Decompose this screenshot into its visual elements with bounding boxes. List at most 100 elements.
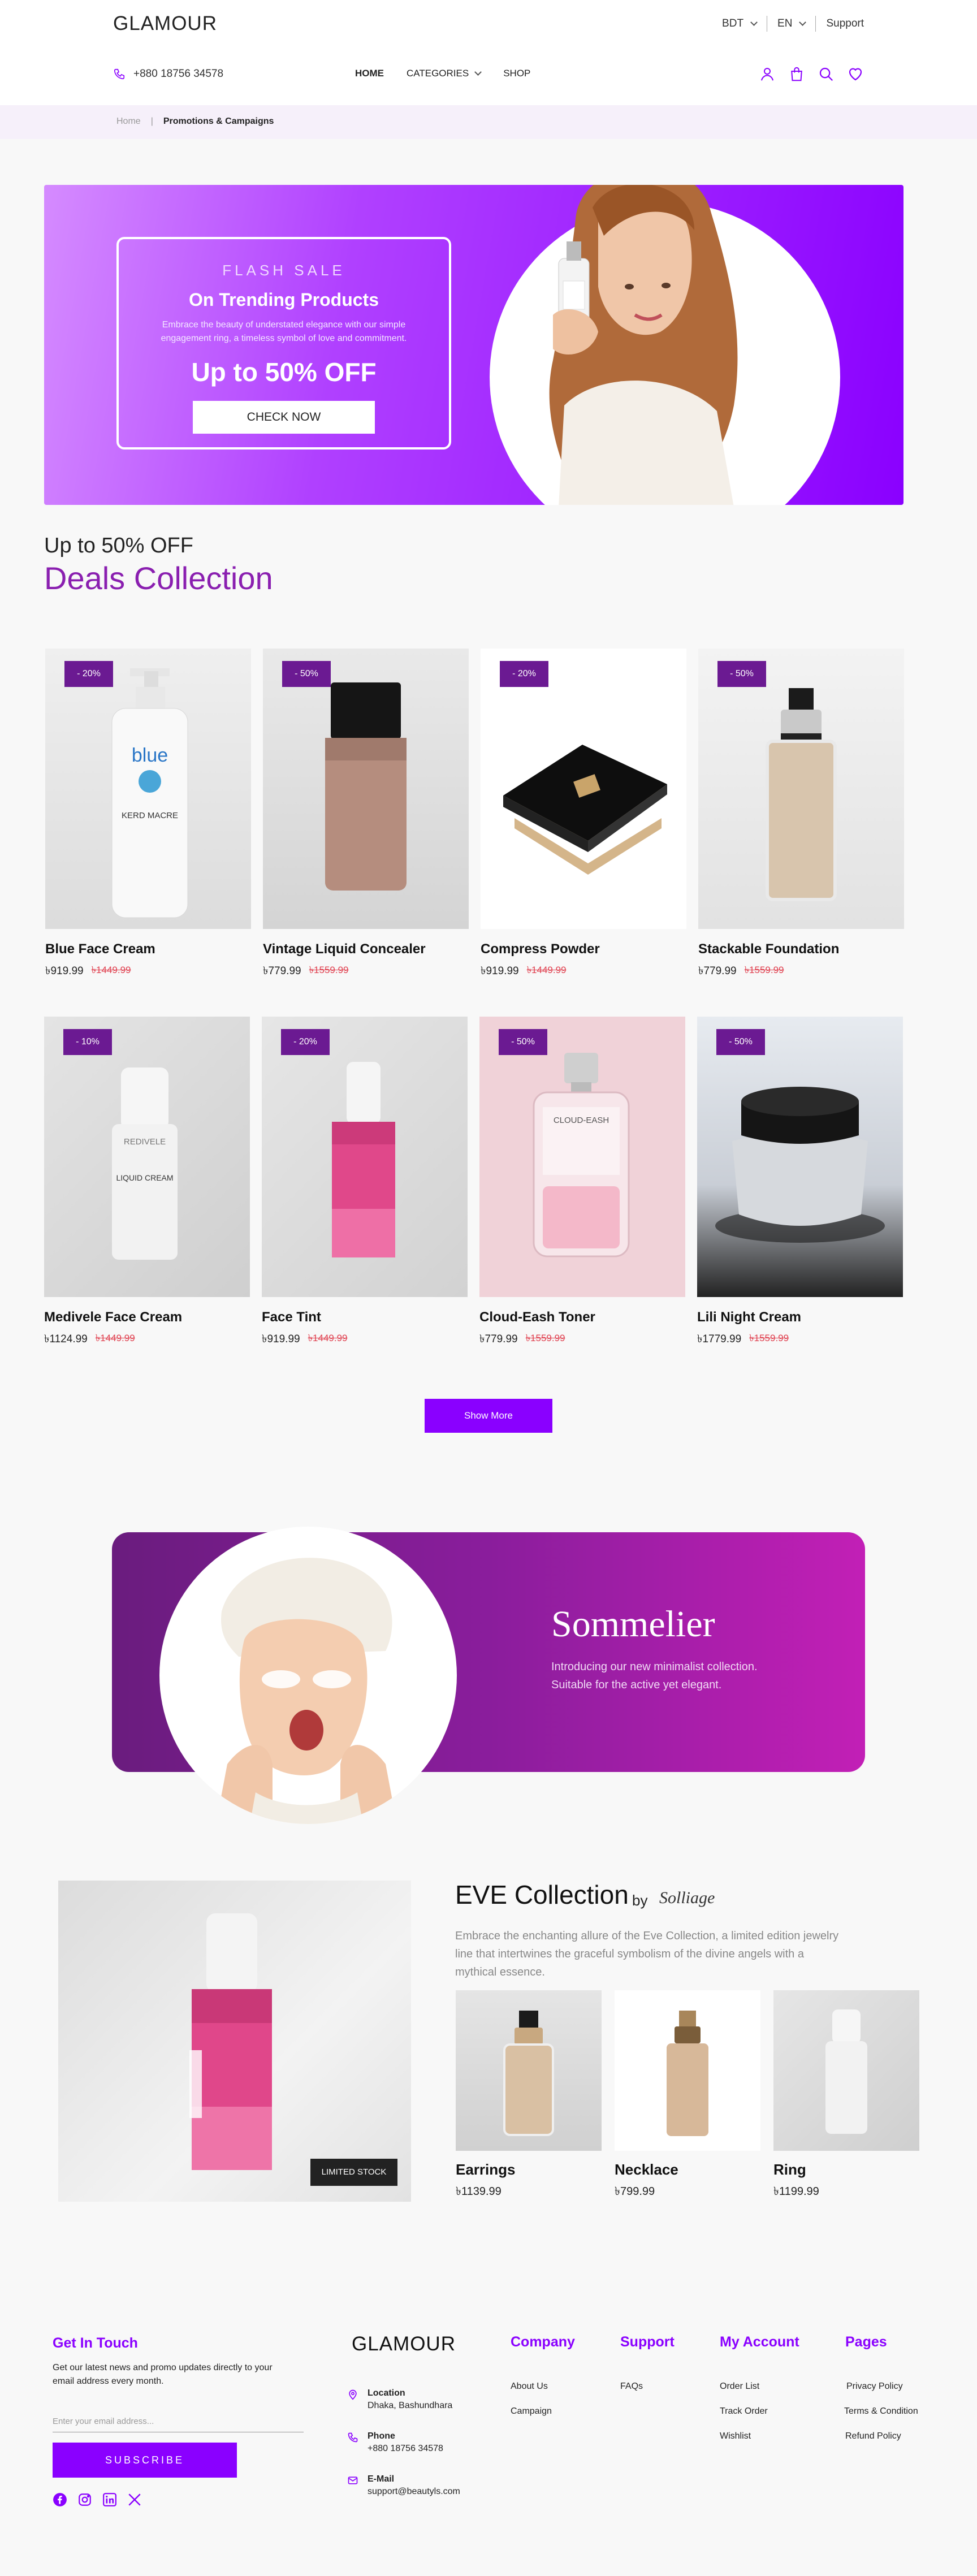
phone-number: +880 18756 34578 <box>133 68 224 80</box>
sommelier-description: Introducing our new minimalist collectio… <box>551 1661 758 1691</box>
nav-shop[interactable]: SHOP <box>503 68 530 79</box>
heart-icon[interactable] <box>847 66 864 83</box>
eve-description: Embrace the enchanting allure of the Eve… <box>455 1930 839 1978</box>
eve-featured-image[interactable]: LIMITED STOCK <box>58 1881 411 2202</box>
divider <box>815 16 816 32</box>
footer-location: Location Dhaka, Bashundhara <box>347 2388 452 2411</box>
logo[interactable]: GLAMOUR <box>113 12 217 35</box>
product-price: ৳779.99 <box>263 965 301 977</box>
eve-item-card[interactable]: Earrings ৳1139.99 <box>456 1990 602 2202</box>
footer-link-order-list[interactable]: Order List <box>720 2381 759 2392</box>
product-name[interactable]: Face Tint <box>262 1309 468 1325</box>
footer-link-track-order[interactable]: Track Order <box>720 2406 768 2417</box>
eve-item-card[interactable]: Necklace ৳799.99 <box>615 1990 760 2202</box>
linkedin-icon[interactable] <box>102 2492 117 2507</box>
eve-item-name: Earrings <box>456 2161 516 2178</box>
footer-link-campaign[interactable]: Campaign <box>511 2406 552 2417</box>
product-name[interactable]: Vintage Liquid Concealer <box>263 941 469 957</box>
email-label: E-Mail <box>368 2474 395 2484</box>
product-name[interactable]: Compress Powder <box>481 941 686 957</box>
product-price: ৳779.99 <box>698 965 737 977</box>
footer-link-privacy-policy[interactable]: Privacy Policy <box>846 2381 903 2392</box>
sommelier-title: Sommelier <box>551 1603 715 1645</box>
footer-link-refund-policy[interactable]: Refund Policy <box>845 2431 901 2441</box>
header-phone[interactable]: +880 18756 34578 <box>113 68 223 80</box>
product-old-price: ৳1449.99 <box>91 965 131 975</box>
deals-subtitle: Up to 50% OFF <box>44 534 193 557</box>
eve-by: by <box>632 1892 648 1909</box>
shopping-bag-icon[interactable] <box>788 66 805 83</box>
product-card[interactable]: - 50% Stackable Foundation ৳779.99 ৳1559… <box>698 649 904 981</box>
footer-logo[interactable]: GLAMOUR <box>352 2333 456 2355</box>
discount-badge: - 20% <box>281 1029 330 1055</box>
chevron-down-icon <box>799 19 807 26</box>
svg-text:REDIVELE: REDIVELE <box>124 1137 166 1147</box>
mail-icon <box>348 2476 358 2484</box>
product-image: REDIVELE LIQUID CREAM - 10% <box>44 1017 250 1297</box>
nav-home[interactable]: HOME <box>355 68 384 79</box>
toner-bottle-image: CLOUD-EASH <box>533 1053 630 1257</box>
nav-categories-label: CATEGORIES <box>407 68 469 79</box>
product-card[interactable]: - 50% Lili Night Cream ৳1779.99 ৳1559.99 <box>697 1017 903 1349</box>
subscribe-button[interactable]: SUBSCRIBE <box>53 2443 237 2478</box>
product-card[interactable]: blue KERD MACRE - 20% Blue Face Cream ৳9… <box>45 649 251 981</box>
hero-description: Embrace the beauty of understated elegan… <box>161 320 407 343</box>
product-name[interactable]: Cloud-Eash Toner <box>479 1309 685 1325</box>
hero-offer-box: FLASH SALE On Trending Products Embrace … <box>116 237 451 449</box>
product-card[interactable]: REDIVELE LIQUID CREAM - 10% Medivele Fac… <box>44 1017 250 1349</box>
product-image: - 20% <box>481 649 686 929</box>
flash-sale-banner: FLASH SALE On Trending Products Embrace … <box>44 185 903 505</box>
eve-brand-signature: Solliage <box>659 1888 715 1907</box>
product-card[interactable]: - 20% Face Tint ৳919.99 ৳1449.99 <box>262 1017 468 1349</box>
instagram-icon[interactable] <box>77 2492 92 2507</box>
show-more-button[interactable]: Show More <box>425 1399 552 1433</box>
product-name[interactable]: Stackable Foundation <box>698 941 904 957</box>
product-prices: ৳919.99 ৳1449.99 <box>262 1331 468 1349</box>
eve-item-card[interactable]: Ring ৳1199.99 <box>773 1990 919 2202</box>
product-old-price: ৳1559.99 <box>525 1333 565 1343</box>
social-links <box>53 2492 142 2507</box>
product-price: ৳1124.99 <box>44 1333 88 1345</box>
svg-text:LIQUID CREAM: LIQUID CREAM <box>116 1173 173 1182</box>
product-card[interactable]: - 50% Vintage Liquid Concealer ৳779.99 ৳… <box>263 649 469 981</box>
search-icon[interactable] <box>818 66 835 83</box>
breadcrumb-home[interactable]: Home <box>116 116 141 127</box>
product-name[interactable]: Medivele Face Cream <box>44 1309 250 1325</box>
breadcrumb-separator: | <box>150 116 153 126</box>
svg-text:blue: blue <box>132 745 168 766</box>
location-pin-icon <box>349 2389 357 2400</box>
footer-link-terms[interactable]: Terms & Condition <box>844 2406 918 2417</box>
phone-value[interactable]: +880 18756 34578 <box>368 2444 443 2454</box>
user-icon[interactable] <box>759 66 776 83</box>
currency-select[interactable]: BDT <box>722 18 758 30</box>
hero-eyebrow: FLASH SALE <box>222 262 345 279</box>
footer-link-about-us[interactable]: About Us <box>511 2381 548 2392</box>
product-price: ৳919.99 <box>45 965 84 977</box>
x-twitter-icon[interactable] <box>127 2492 142 2507</box>
limited-stock-badge: LIMITED STOCK <box>310 2159 397 2186</box>
email-value[interactable]: support@beautyls.com <box>368 2487 460 2497</box>
product-price: ৳919.99 <box>262 1333 300 1345</box>
check-now-button[interactable]: CHECK NOW <box>193 401 375 434</box>
email-field[interactable]: Enter your email address... <box>53 2415 304 2432</box>
product-prices: ৳779.99 ৳1559.99 <box>698 963 904 981</box>
product-image: - 50% <box>263 649 469 929</box>
product-card[interactable]: CLOUD-EASH - 50% Cloud-Eash Toner ৳779.9… <box>479 1017 685 1349</box>
location-label: Location <box>368 2388 405 2398</box>
discount-badge: - 20% <box>500 661 548 687</box>
svg-text:KERD MACRE: KERD MACRE <box>122 811 178 820</box>
product-prices: ৳779.99 ৳1559.99 <box>263 963 469 981</box>
product-price: ৳1779.99 <box>697 1333 742 1345</box>
footer-link-wishlist[interactable]: Wishlist <box>720 2431 751 2441</box>
eve-item-price: ৳1199.99 <box>773 2185 819 2198</box>
facebook-icon[interactable] <box>53 2492 67 2507</box>
language-select[interactable]: EN <box>777 18 807 30</box>
footer-link-faqs[interactable]: FAQs <box>620 2381 643 2392</box>
lotion-bottle-image: blue KERD MACRE <box>111 668 188 918</box>
product-name[interactable]: Lili Night Cream <box>697 1309 903 1325</box>
support-link[interactable]: Support <box>826 18 864 30</box>
nav-categories[interactable]: CATEGORIES <box>407 68 482 79</box>
product-name[interactable]: Blue Face Cream <box>45 941 251 957</box>
product-card[interactable]: - 20% Compress Powder ৳919.99 ৳1449.99 <box>481 649 686 981</box>
sommelier-image-circle <box>159 1527 457 1824</box>
